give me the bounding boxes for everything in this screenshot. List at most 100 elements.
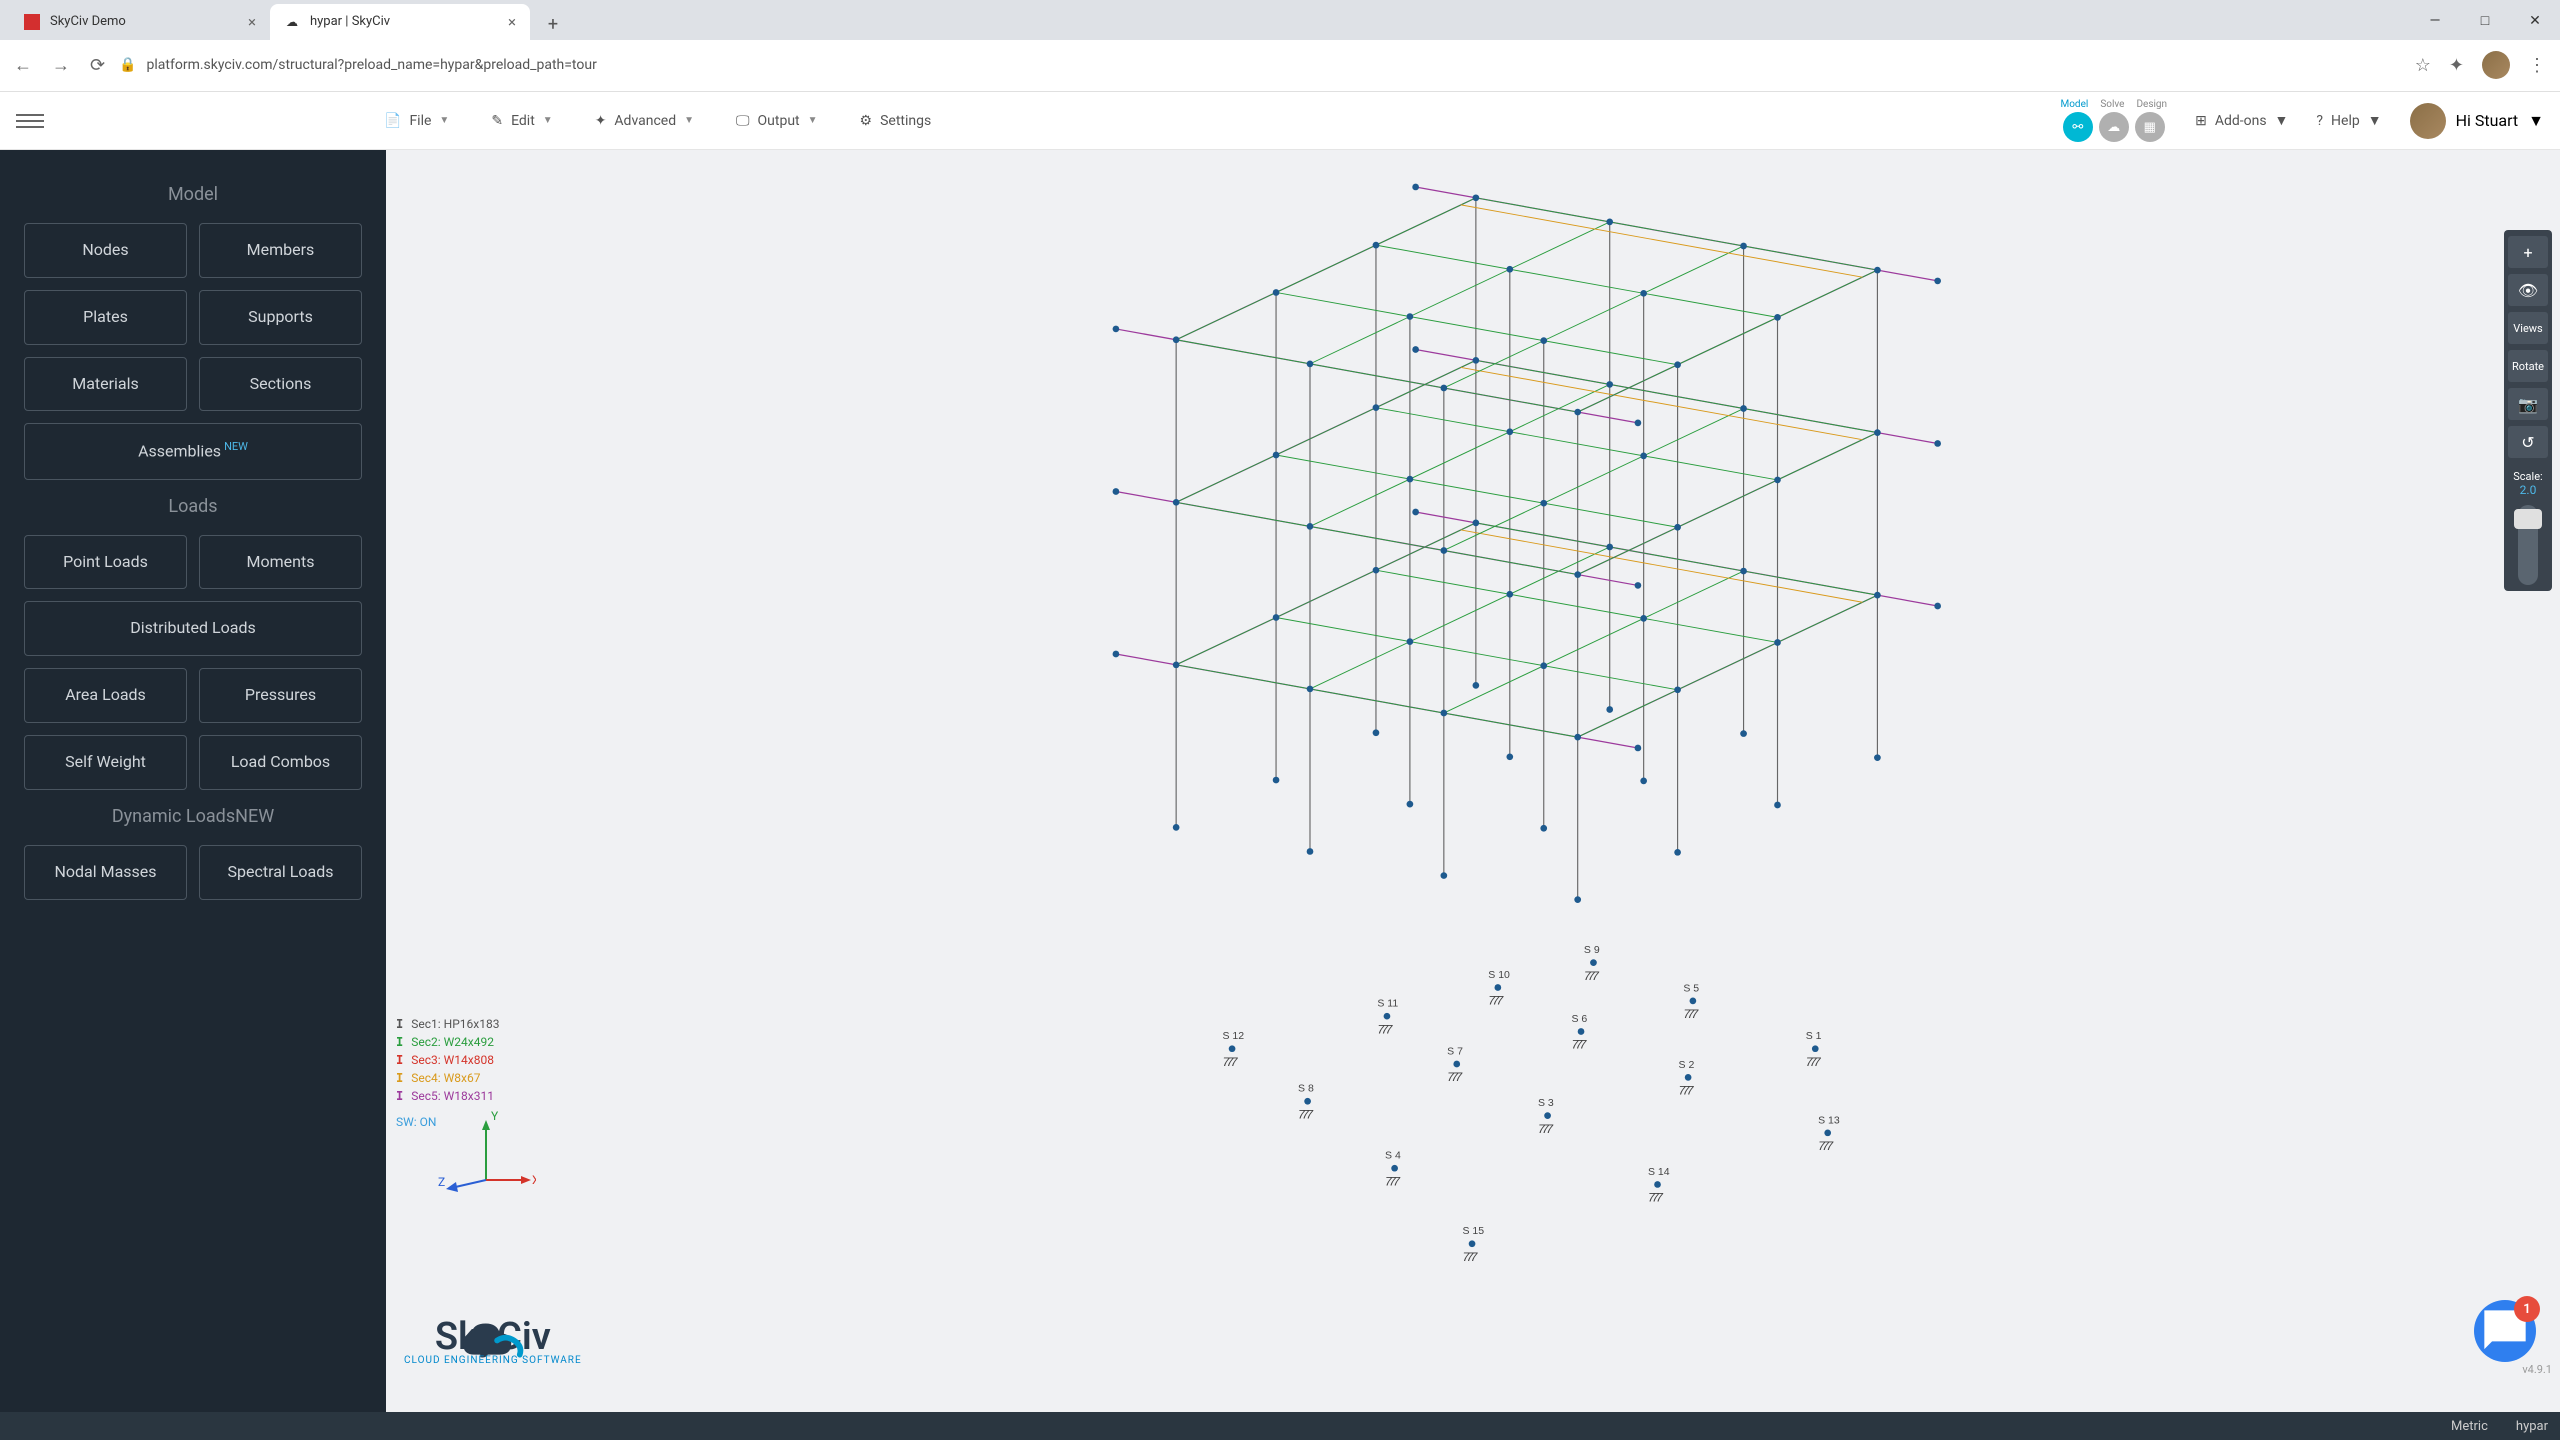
model-mode-button[interactable]: ⚯ xyxy=(2063,112,2093,142)
sidebar-button-self-weight[interactable]: Self Weight xyxy=(24,735,187,790)
rotate-button[interactable]: Rotate xyxy=(2508,350,2548,382)
address-bar: ← → ⟳ 🔒 platform.skyciv.com/structural?p… xyxy=(0,40,2560,91)
sidebar-button-nodes[interactable]: Nodes xyxy=(24,223,187,278)
svg-text:S 3: S 3 xyxy=(1538,1097,1554,1109)
msd-icons: ⚯ ☁ ▦ xyxy=(2063,112,2165,142)
svg-text:S 1: S 1 xyxy=(1806,1030,1822,1042)
reload-button[interactable]: ⟳ xyxy=(90,55,105,76)
camera-button[interactable]: 📷 xyxy=(2508,388,2548,420)
url-field[interactable]: 🔒 platform.skyciv.com/structural?preload… xyxy=(119,57,2401,73)
visibility-button[interactable]: 👁 xyxy=(2508,274,2548,306)
legend-row: ISec5: W18x311 xyxy=(396,1087,499,1105)
sidebar-button-nodal-masses[interactable]: Nodal Masses xyxy=(24,845,187,900)
svg-text:777: 777 xyxy=(1447,1070,1463,1084)
svg-text:S 10: S 10 xyxy=(1488,969,1510,981)
msd-labels: Model Solve Design xyxy=(2061,99,2168,110)
menu-items: 📄File▼ ✎Edit▼ ✦Advanced▼ 🖵Output▼ ⚙Setti… xyxy=(384,113,931,129)
new-tab-button[interactable]: + xyxy=(538,10,568,40)
svg-text:777: 777 xyxy=(1683,1007,1699,1021)
addons-button[interactable]: ⊞Add-ons▼ xyxy=(2195,112,2288,129)
forward-button[interactable]: → xyxy=(52,55,70,76)
sidebar-button-spectral-loads[interactable]: Spectral Loads xyxy=(199,845,362,900)
svg-text:777: 777 xyxy=(1571,1038,1587,1052)
hamburger-icon[interactable] xyxy=(16,107,44,135)
svg-text:777: 777 xyxy=(1584,969,1600,983)
svg-text:S 8: S 8 xyxy=(1298,1083,1314,1095)
sidebar-button-pressures[interactable]: Pressures xyxy=(199,668,362,723)
sidebar-button-load-combos[interactable]: Load Combos xyxy=(199,735,362,790)
solve-mode-button[interactable]: ☁ xyxy=(2099,112,2129,142)
chevron-down-icon: ▼ xyxy=(543,115,553,126)
profile-avatar[interactable] xyxy=(2482,51,2510,79)
sidebar-button-area-loads[interactable]: Area Loads xyxy=(24,668,187,723)
chat-badge: 1 xyxy=(2514,1296,2540,1322)
skyciv-logo: SkyCiv CLOUD ENGINEERING SOFTWARE xyxy=(404,1315,582,1366)
minimize-button[interactable]: — xyxy=(2410,2,2460,40)
slider-thumb[interactable] xyxy=(2514,509,2542,529)
sidebar-button-sections[interactable]: Sections xyxy=(199,357,362,412)
close-icon[interactable]: × xyxy=(248,13,256,31)
chevron-down-icon: ▼ xyxy=(2528,111,2544,131)
model-canvas[interactable]: S 1777S 2777S 3777S 4777S 5777S 6777S 77… xyxy=(386,150,2560,1412)
sidebar-button-materials[interactable]: Materials xyxy=(24,357,187,412)
legend-row: ISec2: W24x492 xyxy=(396,1033,499,1051)
tab-title: SkyCiv Demo xyxy=(50,14,126,29)
menu-file[interactable]: 📄File▼ xyxy=(384,113,449,129)
site-icon xyxy=(24,14,40,30)
svg-text:S 9: S 9 xyxy=(1584,944,1600,956)
sidebar-button-plates[interactable]: Plates xyxy=(24,290,187,345)
help-button[interactable]: ?Help▼ xyxy=(2316,112,2381,129)
sidebar-button-assemblies[interactable]: AssembliesNEW xyxy=(24,423,362,479)
close-button[interactable]: ✕ xyxy=(2510,2,2560,40)
svg-text:X: X xyxy=(532,1173,536,1187)
svg-text:S 6: S 6 xyxy=(1571,1013,1587,1025)
reset-button[interactable]: ↺ xyxy=(2508,426,2548,458)
project-label[interactable]: hypar xyxy=(2516,1419,2548,1434)
close-icon[interactable]: × xyxy=(508,13,516,31)
user-menu[interactable]: Hi Stuart ▼ xyxy=(2410,103,2544,139)
browser-chrome: SkyCiv Demo × ☁ hypar | SkyCiv × + — □ ✕… xyxy=(0,0,2560,92)
legend-row: ISec1: HP16x183 xyxy=(396,1015,499,1033)
chevron-down-icon: ▼ xyxy=(439,115,449,126)
browser-tab-0[interactable]: SkyCiv Demo × xyxy=(10,4,270,40)
app: 📄File▼ ✎Edit▼ ✦Advanced▼ 🖵Output▼ ⚙Setti… xyxy=(0,92,2560,1440)
sidebar-button-supports[interactable]: Supports xyxy=(199,290,362,345)
svg-text:777: 777 xyxy=(1385,1174,1401,1188)
gear-icon: ⚙ xyxy=(860,113,873,129)
lock-icon: 🔒 xyxy=(119,57,136,73)
monitor-icon: 🖵 xyxy=(736,113,750,129)
sidebar: ModelNodesMembersPlatesSupportsMaterials… xyxy=(0,150,386,1412)
scale-slider[interactable] xyxy=(2518,505,2538,585)
right-toolbar: + 👁 Views Rotate 📷 ↺ Scale: 2.0 xyxy=(2504,230,2552,591)
svg-text:S 15: S 15 xyxy=(1462,1225,1484,1237)
menu-advanced[interactable]: ✦Advanced▼ xyxy=(595,113,694,129)
legend-row: ISec3: W14x808 xyxy=(396,1051,499,1069)
chat-button[interactable]: 1 xyxy=(2474,1300,2536,1362)
browser-tab-1[interactable]: ☁ hypar | SkyCiv × xyxy=(270,4,530,40)
menu-output[interactable]: 🖵Output▼ xyxy=(736,113,818,129)
sidebar-button-point-loads[interactable]: Point Loads xyxy=(24,535,187,590)
version-label: v4.9.1 xyxy=(2522,1363,2552,1376)
svg-text:777: 777 xyxy=(1818,1139,1834,1153)
extensions-icon[interactable]: ✦ xyxy=(2449,55,2464,76)
tab-bar: SkyCiv Demo × ☁ hypar | SkyCiv × + — □ ✕ xyxy=(0,0,2560,40)
design-mode-button[interactable]: ▦ xyxy=(2135,112,2165,142)
back-button[interactable]: ← xyxy=(14,55,32,76)
sidebar-button-distributed-loads[interactable]: Distributed Loads xyxy=(24,601,362,656)
wand-icon: ✦ xyxy=(595,113,607,129)
maximize-button[interactable]: □ xyxy=(2460,2,2510,40)
star-icon[interactable]: ☆ xyxy=(2415,55,2431,76)
views-button[interactable]: Views xyxy=(2508,312,2548,344)
chevron-down-icon: ▼ xyxy=(2275,112,2289,129)
structural-model[interactable]: S 1777S 2777S 3777S 4777S 5777S 6777S 77… xyxy=(386,150,2560,1412)
sidebar-button-members[interactable]: Members xyxy=(199,223,362,278)
sidebar-button-moments[interactable]: Moments xyxy=(199,535,362,590)
menu-icon[interactable]: ⋮ xyxy=(2528,55,2546,76)
zoom-in-button[interactable]: + xyxy=(2508,236,2548,268)
url-text: platform.skyciv.com/structural?preload_n… xyxy=(147,57,597,73)
menu-settings[interactable]: ⚙Settings xyxy=(860,113,932,129)
svg-text:Y: Y xyxy=(491,1110,499,1123)
svg-text:S 12: S 12 xyxy=(1223,1030,1245,1042)
units-label[interactable]: Metric xyxy=(2451,1419,2488,1434)
menu-edit[interactable]: ✎Edit▼ xyxy=(491,113,552,129)
